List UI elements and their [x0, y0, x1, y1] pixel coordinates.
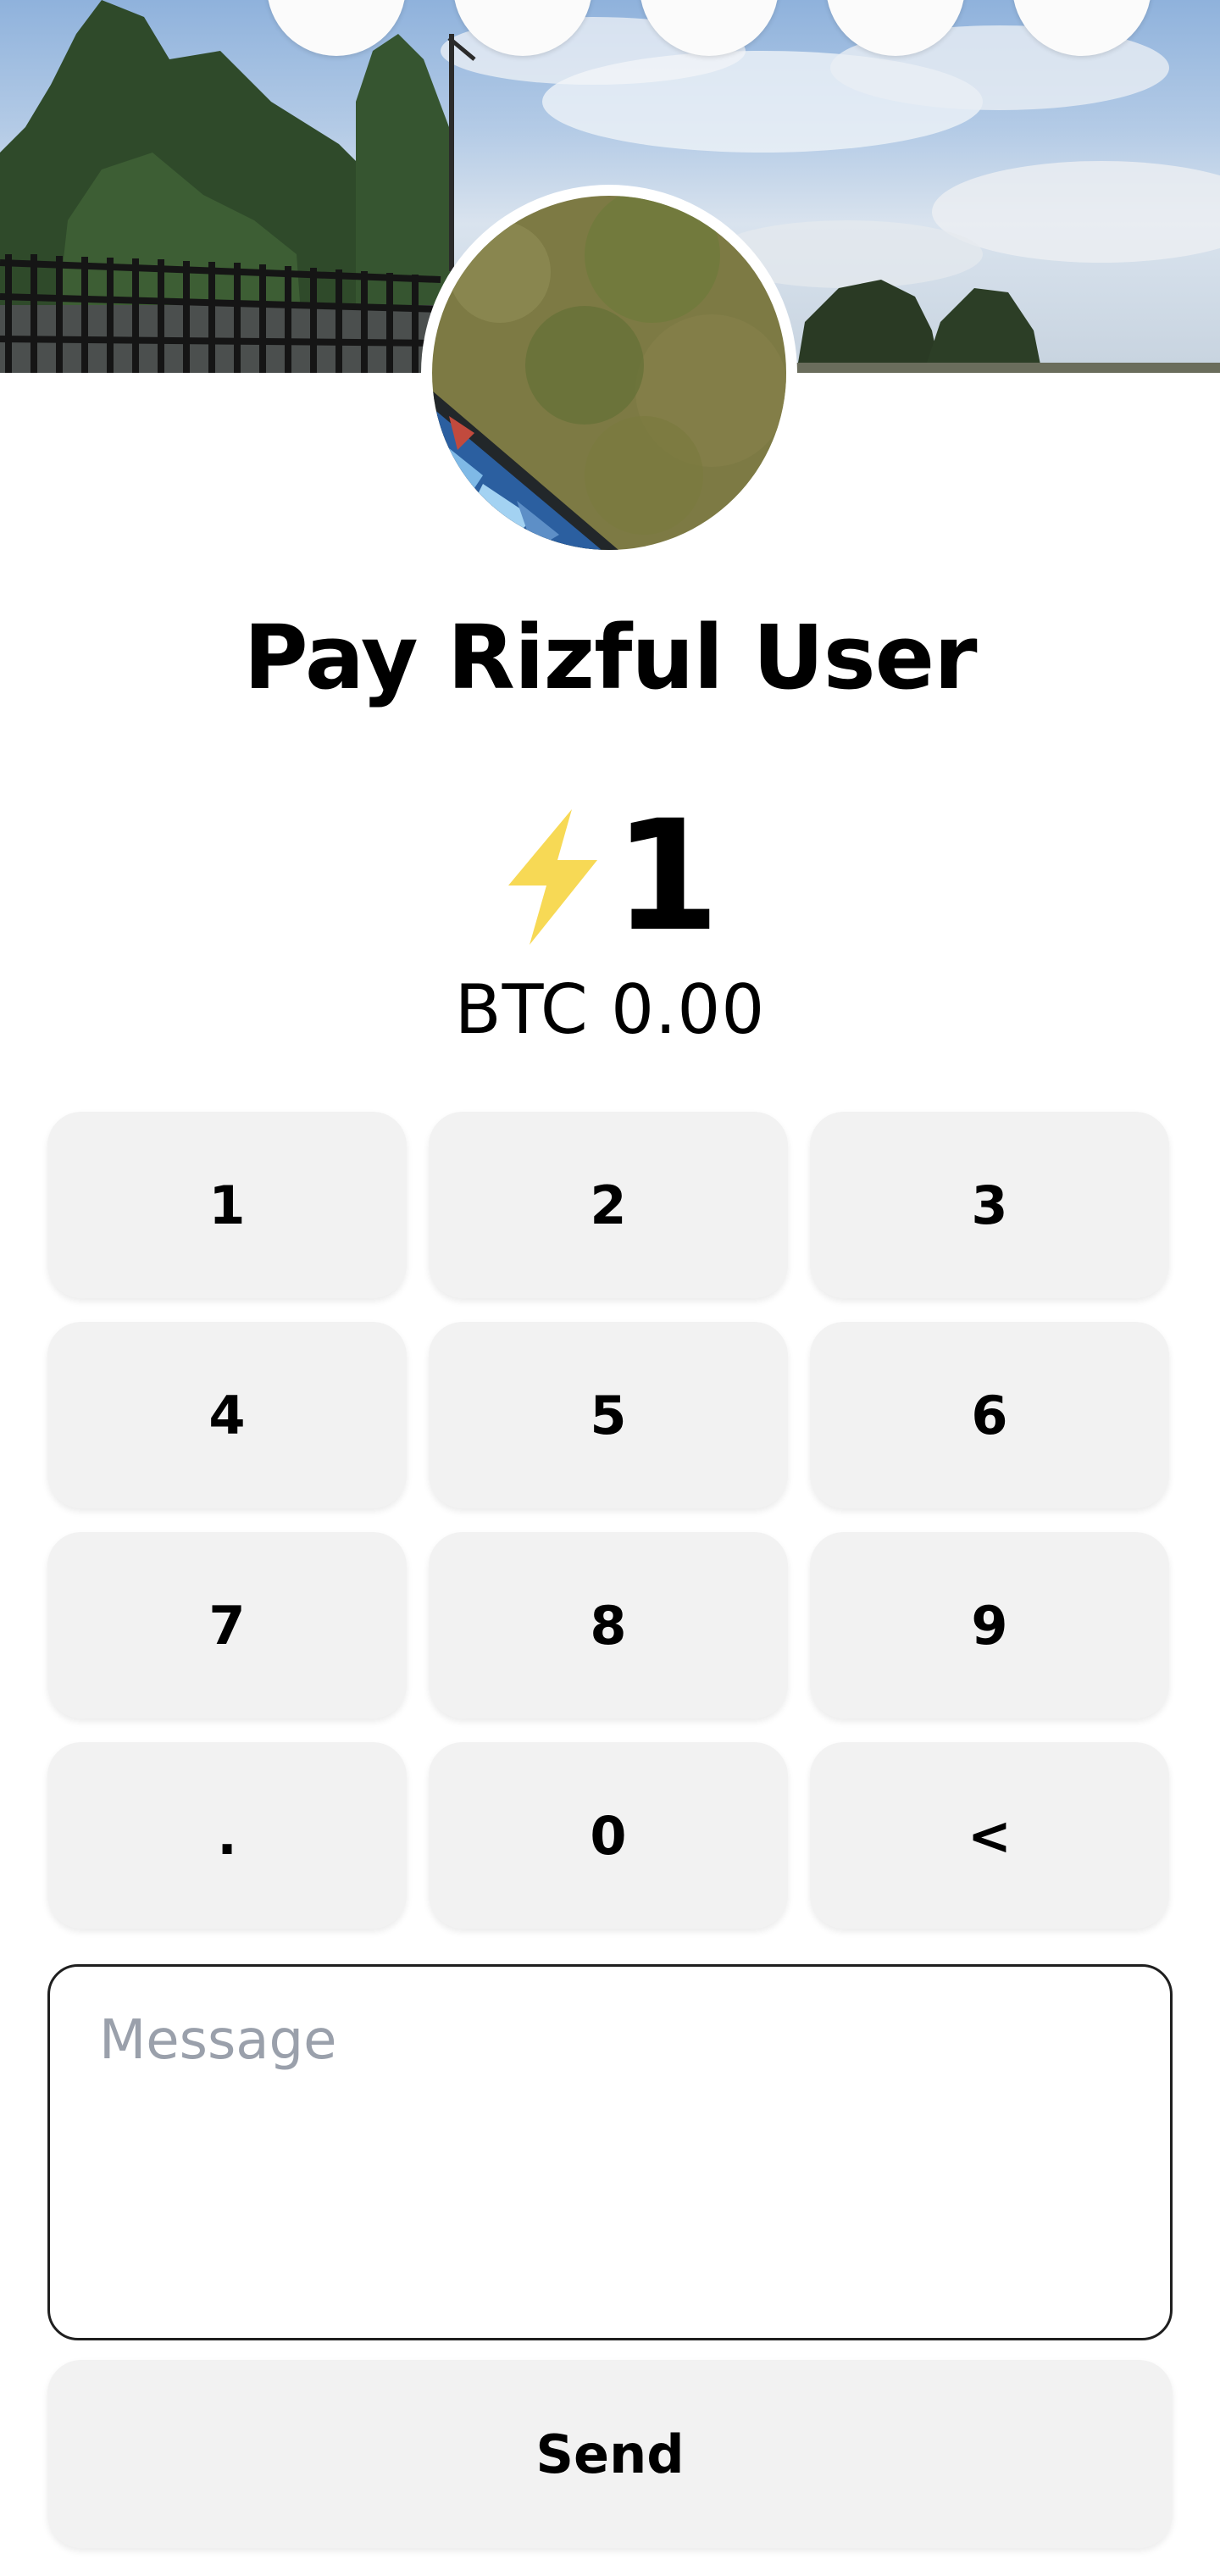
amount-display: 1: [0, 801, 1220, 953]
keypad-key-6[interactable]: 6: [810, 1322, 1169, 1508]
keypad-key-7[interactable]: 7: [47, 1532, 407, 1718]
keypad-key-8[interactable]: 8: [429, 1532, 788, 1718]
keypad-key-4[interactable]: 4: [47, 1322, 407, 1508]
message-field[interactable]: [47, 1964, 1173, 2340]
page-title: Pay Rizful User: [243, 606, 978, 709]
amount-value: 1: [613, 788, 720, 965]
avatar: [421, 185, 797, 561]
keypad-key-backspace[interactable]: <: [810, 1742, 1169, 1929]
keypad-key-3[interactable]: 3: [810, 1112, 1169, 1298]
lightning-bolt-icon: [508, 809, 598, 945]
keypad-key-2[interactable]: 2: [429, 1112, 788, 1298]
keypad-key-1[interactable]: 1: [47, 1112, 407, 1298]
keypad-key-9[interactable]: 9: [810, 1532, 1169, 1718]
keypad-key-decimal[interactable]: .: [47, 1742, 407, 1929]
send-button[interactable]: Send: [47, 2360, 1173, 2548]
keypad-key-0[interactable]: 0: [429, 1742, 788, 1929]
message-input[interactable]: [50, 1967, 1170, 2338]
keypad-key-5[interactable]: 5: [429, 1322, 788, 1508]
fiat-equivalent: BTC 0.00: [454, 970, 766, 1049]
avatar-image: [432, 196, 786, 550]
